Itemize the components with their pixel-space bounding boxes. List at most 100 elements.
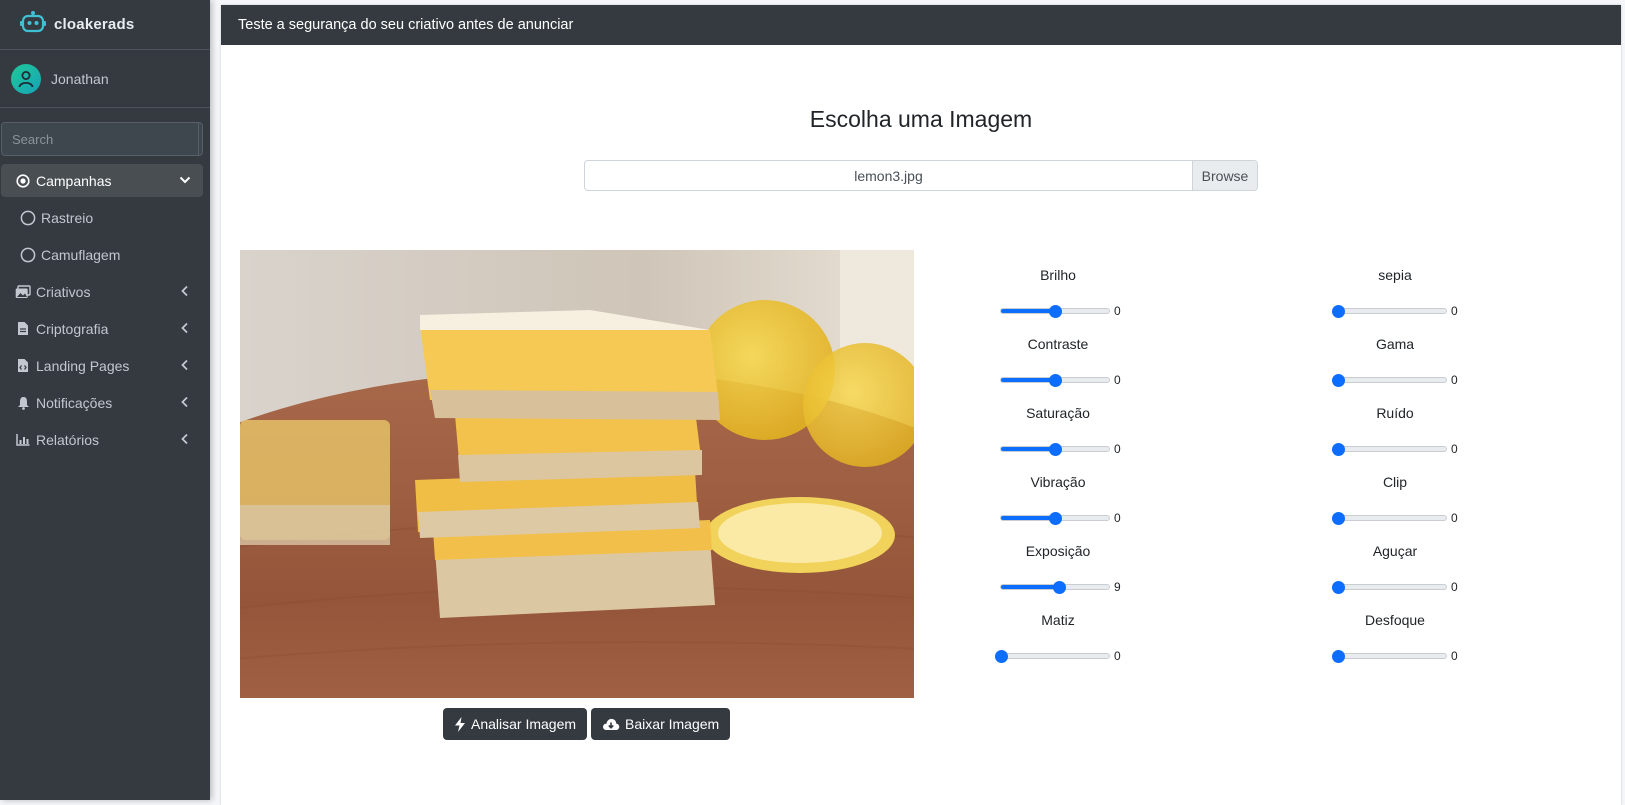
exposicao-slider[interactable]	[1000, 581, 1110, 594]
slider-control-clip: Clip 0	[1315, 474, 1475, 526]
slider-control-contraste: Contraste 0	[978, 336, 1138, 388]
sidebar: cloakerads Jonathan Campanhas	[0, 0, 210, 800]
desfoque-slider[interactable]	[1332, 650, 1447, 663]
slider-row: 0	[1315, 506, 1475, 526]
slider-value: 0	[1451, 649, 1458, 663]
slider-fill	[1001, 516, 1055, 520]
slider-label: Matiz	[1041, 612, 1075, 628]
sidebar-item-relatorios[interactable]: Relatórios	[1, 423, 203, 456]
sidebar-item-camuflagem[interactable]: Camuflagem	[1, 238, 203, 271]
slider-control-agucar: Aguçar 0	[1315, 543, 1475, 595]
slider-value: 0	[1114, 304, 1121, 318]
brand[interactable]: cloakerads	[0, 0, 210, 50]
file-input[interactable]: lemon3.jpg Browse	[584, 160, 1258, 191]
slider-label: sepia	[1378, 267, 1412, 283]
slider-thumb[interactable]	[1049, 443, 1062, 456]
slider-thumb[interactable]	[1332, 512, 1345, 525]
chevron-left-icon	[179, 358, 191, 374]
sidebar-nav: Campanhas Rastreio Camuflagem Criativos	[0, 164, 210, 456]
gama-slider[interactable]	[1332, 374, 1447, 387]
chevron-left-icon	[179, 395, 191, 411]
action-buttons: Analisar Imagem Baixar Imagem	[443, 708, 731, 740]
slider-label: Clip	[1382, 474, 1408, 490]
sidebar-item-label: Criptografia	[36, 320, 109, 337]
slider-control-matiz: Matiz 0	[978, 612, 1138, 664]
slider-label: Contraste	[1027, 336, 1089, 352]
slider-row: 0	[1315, 299, 1475, 319]
slider-control-brilho: Brilho 0	[978, 267, 1138, 319]
slider-thumb[interactable]	[1332, 650, 1345, 663]
slider-row: 0	[978, 644, 1138, 664]
sidebar-item-criativos[interactable]: Criativos	[1, 275, 203, 308]
slider-fill	[1001, 309, 1055, 313]
matiz-slider[interactable]	[995, 650, 1110, 663]
slider-thumb[interactable]	[1332, 305, 1345, 318]
user-name[interactable]: Jonathan	[51, 71, 109, 87]
bolt-icon	[454, 716, 466, 732]
slider-thumb[interactable]	[995, 650, 1008, 663]
slider-label: Aguçar	[1372, 543, 1418, 559]
sidebar-item-campanhas[interactable]: Campanhas	[1, 164, 203, 197]
analyze-button-label: Analisar Imagem	[471, 716, 577, 732]
saturacao-slider[interactable]	[1000, 443, 1110, 456]
slider-thumb[interactable]	[1049, 512, 1062, 525]
slider-row: 0	[1315, 368, 1475, 388]
chart-icon	[15, 432, 31, 448]
slider-fill	[1001, 585, 1060, 589]
agucar-slider[interactable]	[1332, 581, 1447, 594]
robot-logo-icon	[20, 11, 46, 38]
slider-thumb[interactable]	[1332, 443, 1345, 456]
analyze-button[interactable]: Analisar Imagem	[443, 708, 588, 740]
slider-thumb[interactable]	[1332, 581, 1345, 594]
chevron-left-icon	[179, 321, 191, 337]
slider-row: 0	[978, 506, 1138, 526]
circle-dot-icon	[15, 173, 31, 189]
circle-icon	[20, 210, 36, 226]
slider-thumb[interactable]	[1049, 305, 1062, 318]
clip-slider[interactable]	[1332, 512, 1447, 525]
slider-value: 0	[1114, 511, 1121, 525]
sidebar-item-label: Camuflagem	[41, 246, 121, 263]
images-icon	[15, 284, 31, 300]
sidebar-item-label: Rastreio	[41, 209, 94, 226]
sepia-slider[interactable]	[1332, 305, 1447, 318]
slider-thumb[interactable]	[1053, 581, 1067, 594]
vibracao-slider[interactable]	[1000, 512, 1110, 525]
slider-row: 0	[978, 299, 1138, 319]
search-button[interactable]	[198, 123, 202, 155]
slider-fill	[1001, 447, 1055, 451]
slider-label: Saturação	[1026, 405, 1090, 421]
slider-value: 0	[1451, 304, 1458, 318]
sidebar-item-criptografia[interactable]: Criptografia	[1, 312, 203, 345]
bell-icon	[15, 395, 31, 411]
sidebar-item-label: Campanhas	[36, 172, 112, 189]
sidebar-item-rastreio[interactable]: Rastreio	[1, 201, 203, 234]
slider-control-desfoque: Desfoque 0	[1315, 612, 1475, 664]
slider-thumb[interactable]	[1049, 374, 1062, 387]
sidebar-item-notificacoes[interactable]: Notificações	[1, 386, 203, 419]
slider-label: Exposição	[1025, 543, 1091, 559]
file-icon	[15, 321, 31, 337]
page-title: Escolha uma Imagem	[809, 106, 1033, 132]
file-name[interactable]: lemon3.jpg	[585, 161, 1192, 190]
download-button[interactable]: Baixar Imagem	[591, 708, 731, 740]
download-button-label: Baixar Imagem	[625, 716, 720, 732]
sidebar-item-landing-pages[interactable]: Landing Pages	[1, 349, 203, 382]
brand-name: cloakerads	[54, 16, 135, 33]
user-panel[interactable]: Jonathan	[0, 50, 210, 108]
slider-fill	[1001, 378, 1055, 382]
circle-icon	[20, 247, 36, 263]
slider-control-exposicao: Exposição 9	[978, 543, 1138, 595]
brilho-slider[interactable]	[1000, 305, 1110, 318]
contraste-slider[interactable]	[1000, 374, 1110, 387]
chevron-left-icon	[179, 284, 191, 300]
browse-button[interactable]: Browse	[1192, 161, 1257, 190]
search-input[interactable]	[2, 123, 198, 155]
sidebar-item-label: Relatórios	[36, 431, 100, 448]
ruido-slider[interactable]	[1332, 443, 1447, 456]
slider-control-sepia: sepia 0	[1315, 267, 1475, 319]
slider-thumb[interactable]	[1332, 374, 1345, 387]
slider-value: 9	[1114, 580, 1121, 594]
slider-row: 0	[1315, 644, 1475, 664]
slider-control-gama: Gama 0	[1315, 336, 1475, 388]
